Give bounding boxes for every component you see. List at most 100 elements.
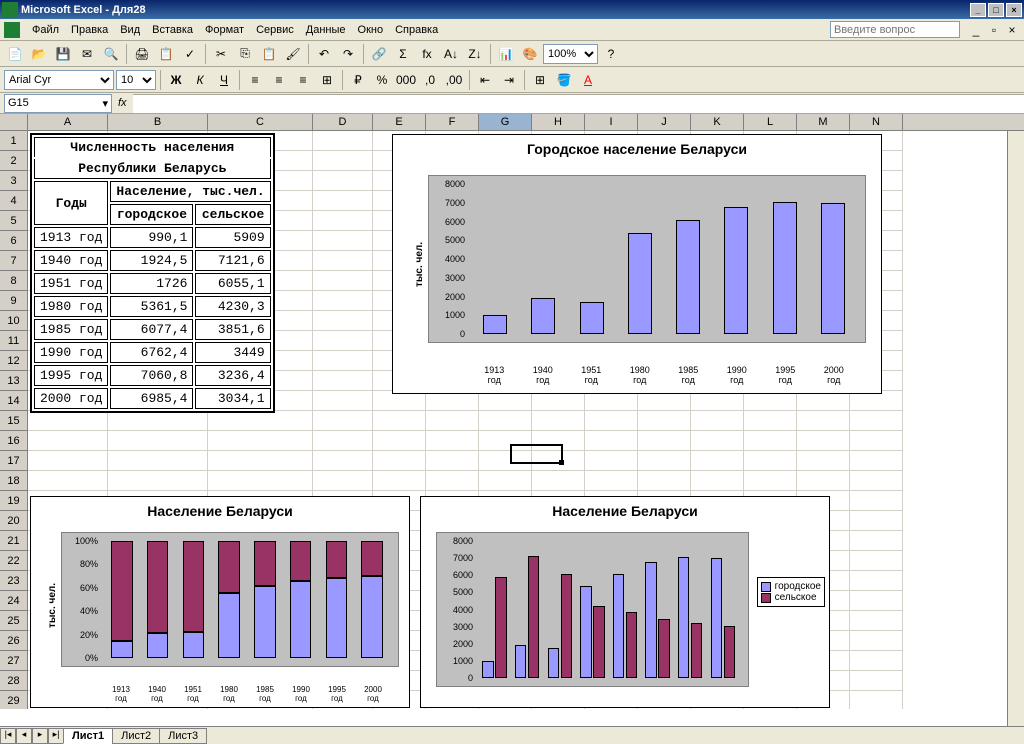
fx-button[interactable]: fx bbox=[118, 97, 127, 109]
help-icon[interactable]: ? bbox=[600, 43, 622, 65]
cell-D15[interactable] bbox=[313, 411, 373, 431]
cell-N22[interactable] bbox=[850, 551, 903, 571]
row-header-23[interactable]: 23 bbox=[0, 571, 28, 591]
bold-icon[interactable]: Ж bbox=[165, 69, 187, 91]
cell-H15[interactable] bbox=[532, 411, 585, 431]
function-icon[interactable]: fx bbox=[416, 43, 438, 65]
cell-L15[interactable] bbox=[744, 411, 797, 431]
underline-icon[interactable]: Ч bbox=[213, 69, 235, 91]
format-painter-icon[interactable]: 🖌 bbox=[282, 43, 304, 65]
cell-J15[interactable] bbox=[638, 411, 691, 431]
mail-icon[interactable]: ✉ bbox=[76, 43, 98, 65]
menu-file[interactable]: Файл bbox=[26, 22, 65, 38]
worksheet-grid[interactable]: ABCDEFGHIJKLMN 1234567891011121314151617… bbox=[0, 114, 1024, 726]
cell-N21[interactable] bbox=[850, 531, 903, 551]
inc-decimal-icon[interactable]: ,0 bbox=[419, 69, 441, 91]
col-header-I[interactable]: I bbox=[585, 114, 638, 130]
open-icon[interactable]: 📂 bbox=[28, 43, 50, 65]
cell-C16[interactable] bbox=[208, 431, 313, 451]
comma-icon[interactable]: 000 bbox=[395, 69, 417, 91]
vertical-scrollbar[interactable] bbox=[1007, 131, 1024, 726]
cell-G15[interactable] bbox=[479, 411, 532, 431]
cell-N16[interactable] bbox=[850, 431, 903, 451]
cell-G16[interactable] bbox=[479, 431, 532, 451]
undo-icon[interactable]: ↶ bbox=[313, 43, 335, 65]
cell-K18[interactable] bbox=[691, 471, 744, 491]
close-button[interactable]: × bbox=[1006, 3, 1022, 17]
row-header-15[interactable]: 15 bbox=[0, 411, 28, 431]
row-header-21[interactable]: 21 bbox=[0, 531, 28, 551]
cell-D9[interactable] bbox=[313, 291, 373, 311]
tab-nav-next-icon[interactable]: ▸ bbox=[32, 728, 48, 744]
row-header-6[interactable]: 6 bbox=[0, 231, 28, 251]
cell-G17[interactable] bbox=[479, 451, 532, 471]
cell-N26[interactable] bbox=[850, 631, 903, 651]
cell-E16[interactable] bbox=[373, 431, 426, 451]
doc-minimize-button[interactable]: _ bbox=[968, 23, 984, 37]
percent-icon[interactable]: % bbox=[371, 69, 393, 91]
formula-input[interactable] bbox=[133, 94, 1024, 113]
row-header-28[interactable]: 28 bbox=[0, 671, 28, 691]
row-header-13[interactable]: 13 bbox=[0, 371, 28, 391]
cell-L18[interactable] bbox=[744, 471, 797, 491]
zoom-select[interactable]: 100% bbox=[543, 44, 598, 64]
menu-view[interactable]: Вид bbox=[114, 22, 146, 38]
redo-icon[interactable]: ↷ bbox=[337, 43, 359, 65]
cell-N25[interactable] bbox=[850, 611, 903, 631]
cell-D4[interactable] bbox=[313, 191, 373, 211]
row-header-9[interactable]: 9 bbox=[0, 291, 28, 311]
cell-F15[interactable] bbox=[426, 411, 479, 431]
cell-D2[interactable] bbox=[313, 151, 373, 171]
cell-B18[interactable] bbox=[108, 471, 208, 491]
sort-desc-icon[interactable]: Z↓ bbox=[464, 43, 486, 65]
fill-color-icon[interactable]: 🪣 bbox=[553, 69, 575, 91]
cell-M14[interactable] bbox=[797, 391, 850, 411]
save-icon[interactable]: 💾 bbox=[52, 43, 74, 65]
dec-indent-icon[interactable]: ⇤ bbox=[474, 69, 496, 91]
tab-nav-prev-icon[interactable]: ◂ bbox=[16, 728, 32, 744]
cell-D6[interactable] bbox=[313, 231, 373, 251]
menu-format[interactable]: Формат bbox=[199, 22, 250, 38]
row-header-17[interactable]: 17 bbox=[0, 451, 28, 471]
cell-K17[interactable] bbox=[691, 451, 744, 471]
paste-icon[interactable]: 📋 bbox=[258, 43, 280, 65]
row-header-26[interactable]: 26 bbox=[0, 631, 28, 651]
borders-icon[interactable]: ⊞ bbox=[529, 69, 551, 91]
help-input[interactable] bbox=[830, 21, 960, 38]
inc-indent-icon[interactable]: ⇥ bbox=[498, 69, 520, 91]
cell-J14[interactable] bbox=[638, 391, 691, 411]
cell-I17[interactable] bbox=[585, 451, 638, 471]
new-icon[interactable]: 📄 bbox=[4, 43, 26, 65]
cell-D13[interactable] bbox=[313, 371, 373, 391]
font-select[interactable]: Arial Cyr bbox=[4, 70, 114, 90]
row-header-16[interactable]: 16 bbox=[0, 431, 28, 451]
sheet-tab-1[interactable]: Лист1 bbox=[63, 728, 113, 744]
chart-urban-population[interactable]: Городское население Беларуси тыс. чел. 0… bbox=[392, 134, 882, 394]
cell-N14[interactable] bbox=[850, 391, 903, 411]
col-header-M[interactable]: M bbox=[797, 114, 850, 130]
cell-C15[interactable] bbox=[208, 411, 313, 431]
name-box[interactable]: G15▾ bbox=[4, 94, 112, 113]
cell-A15[interactable] bbox=[28, 411, 108, 431]
cell-H18[interactable] bbox=[532, 471, 585, 491]
cell-F18[interactable] bbox=[426, 471, 479, 491]
cell-I18[interactable] bbox=[585, 471, 638, 491]
cell-H17[interactable] bbox=[532, 451, 585, 471]
cell-E14[interactable] bbox=[373, 391, 426, 411]
cell-D10[interactable] bbox=[313, 311, 373, 331]
merge-icon[interactable]: ⊞ bbox=[316, 69, 338, 91]
menu-insert[interactable]: Вставка bbox=[146, 22, 199, 38]
row-header-14[interactable]: 14 bbox=[0, 391, 28, 411]
cell-N29[interactable] bbox=[850, 691, 903, 709]
cell-C17[interactable] bbox=[208, 451, 313, 471]
cell-A16[interactable] bbox=[28, 431, 108, 451]
cell-A17[interactable] bbox=[28, 451, 108, 471]
col-header-C[interactable]: C bbox=[208, 114, 313, 130]
cell-G14[interactable] bbox=[479, 391, 532, 411]
sort-asc-icon[interactable]: A↓ bbox=[440, 43, 462, 65]
cell-L14[interactable] bbox=[744, 391, 797, 411]
autosum-icon[interactable]: Σ bbox=[392, 43, 414, 65]
cell-I15[interactable] bbox=[585, 411, 638, 431]
cell-D5[interactable] bbox=[313, 211, 373, 231]
cell-C18[interactable] bbox=[208, 471, 313, 491]
